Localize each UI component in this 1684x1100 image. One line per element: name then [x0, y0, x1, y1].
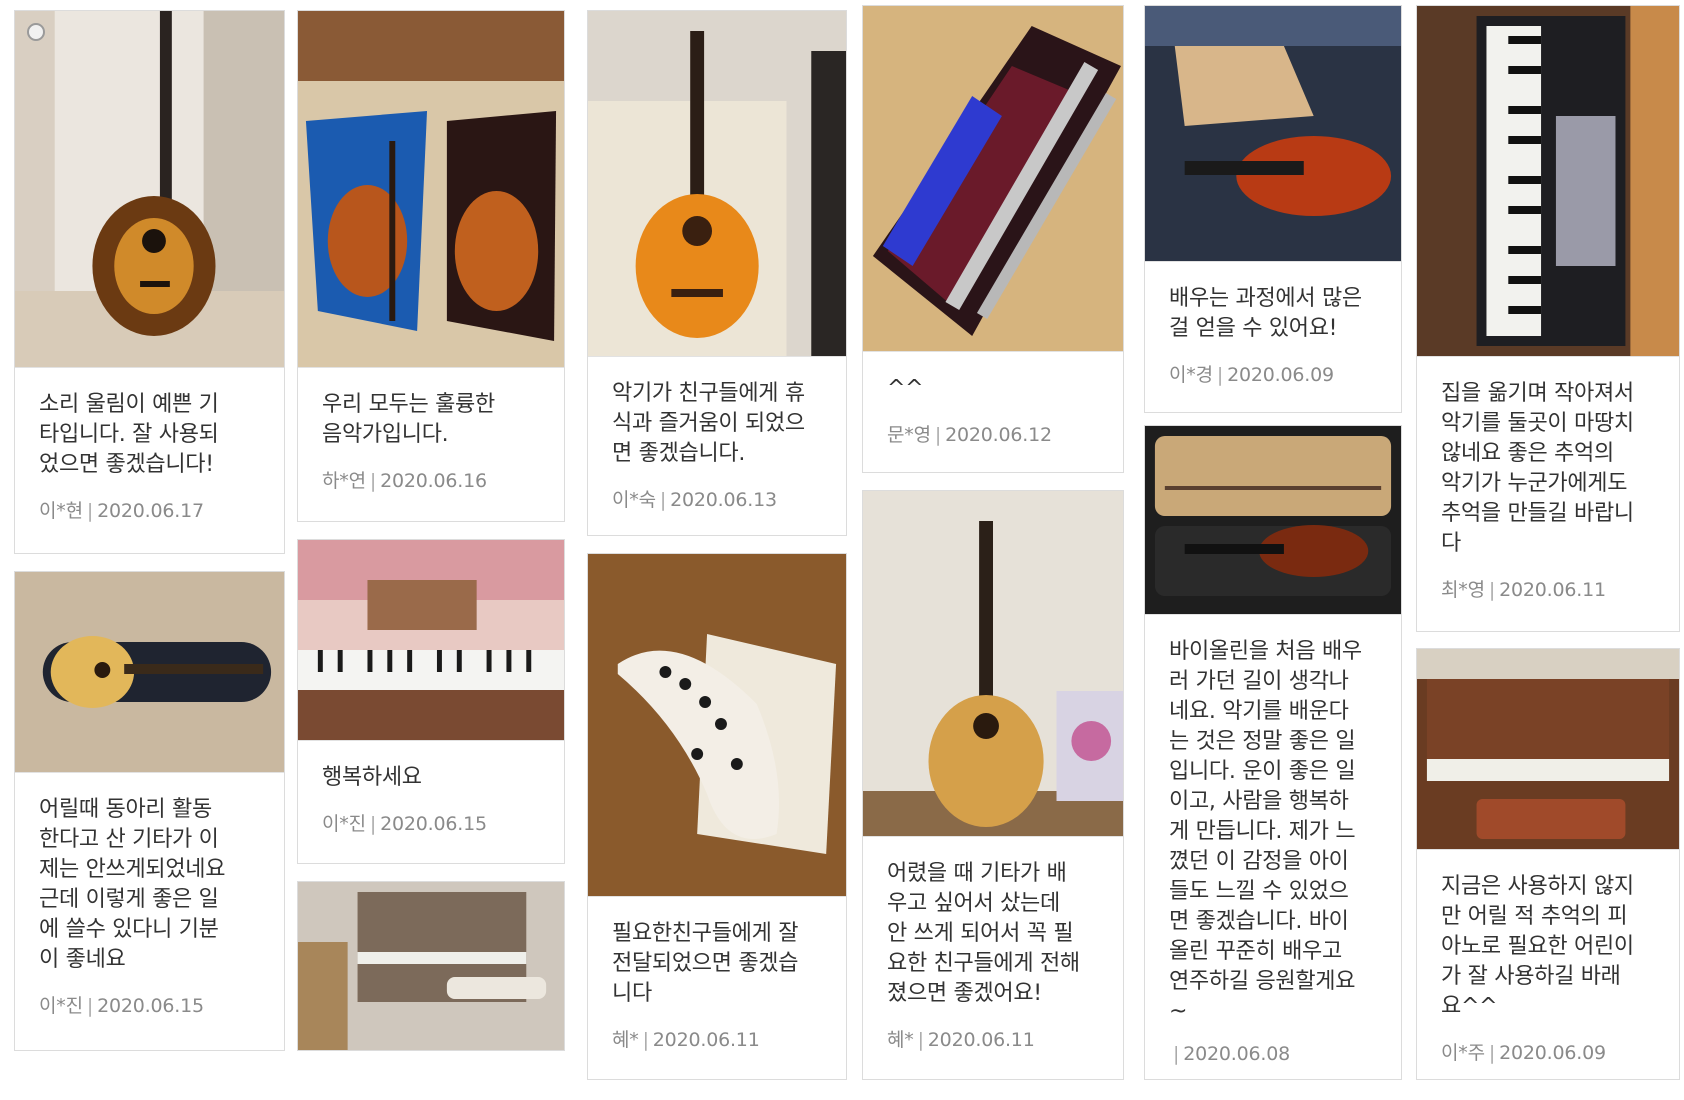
card-message: 어렸을 때 기타가 배 우고 싶어서 샀는데 안 쓰게 되어서 꼭 필 요한 친… — [887, 861, 1080, 1006]
donation-card[interactable] — [297, 881, 565, 1051]
violin-case-open-photo — [1145, 426, 1401, 615]
card-meta: 이*주 | 2020.06.09 — [1441, 1042, 1606, 1064]
card-message: 소리 울림이 예쁜 기 타입니다. 잘 사용되 었으면 좋겠습니다! — [39, 392, 219, 477]
card-meta: | 2020.06.08 — [1173, 1043, 1290, 1065]
card-date: 2020.06.15 — [97, 995, 204, 1017]
ocarina-photo — [588, 554, 846, 897]
card-author: 이*주 — [1441, 1042, 1485, 1064]
card-author: 하*연 — [322, 470, 366, 492]
card-date: 2020.06.09 — [1499, 1042, 1606, 1064]
card-message: 행복하세요 — [322, 765, 422, 790]
donation-card[interactable]: 집을 옮기며 작아져서 악기를 둘곳이 마땅치 않네요 좋은 추억의 악기가 누… — [1416, 5, 1680, 632]
card-date: 2020.06.15 — [380, 813, 487, 835]
card-meta: 이*진 | 2020.06.15 — [322, 813, 487, 835]
classical-guitar-photo — [588, 11, 846, 357]
card-author: 이*진 — [322, 813, 366, 835]
flute-in-case-photo — [863, 6, 1123, 352]
card-message: 우리 모두는 훌륭한 음악가입니다. — [322, 392, 495, 447]
card-author: 이*경 — [1169, 364, 1213, 386]
card-author: 이*숙 — [612, 489, 656, 511]
card-date: 2020.06.17 — [97, 500, 204, 522]
guitar-in-case-photo — [15, 572, 284, 773]
card-message: 악기가 친구들에게 휴 식과 즐거움이 되었으 면 좋겠습니다. — [612, 381, 805, 466]
card-meta: 이*진 | 2020.06.15 — [39, 995, 204, 1017]
card-date: 2020.06.11 — [652, 1029, 760, 1051]
card-author: 혜* — [887, 1029, 914, 1051]
card-date: 2020.06.11 — [927, 1029, 1035, 1051]
card-author: 최*영 — [1441, 579, 1485, 601]
donation-card[interactable]: 지금은 사용하지 않지 만 어릴 적 추억의 피 아노로 필요한 어린이 가 잘… — [1416, 648, 1680, 1080]
card-author: 이*현 — [39, 500, 83, 522]
donation-card[interactable]: 필요한친구들에게 잘 전달되었으면 좋겠습 니다 혜* | 2020.06.11 — [587, 553, 847, 1080]
upright-piano-photo — [298, 882, 564, 1050]
card-message: 집을 옮기며 작아져서 악기를 둘곳이 마땅치 않네요 좋은 추억의 악기가 누… — [1441, 381, 1634, 556]
card-meta: 최*영 | 2020.06.11 — [1441, 579, 1606, 601]
acoustic-guitar-sunburst-photo — [15, 11, 284, 368]
violins-in-cases-photo — [298, 11, 564, 368]
card-message: 배우는 과정에서 많은 걸 얻을 수 있어요! — [1169, 286, 1362, 341]
card-author: 문*영 — [887, 424, 931, 446]
donation-card[interactable]: 배우는 과정에서 많은 걸 얻을 수 있어요! 이*경 | 2020.06.09 — [1144, 5, 1402, 413]
donation-card[interactable]: 악기가 친구들에게 휴 식과 즐거움이 되었으 면 좋겠습니다. 이*숙 | 202… — [587, 10, 847, 536]
card-date: 2020.06.12 — [945, 424, 1052, 446]
card-message: ^^ — [887, 376, 924, 401]
card-meta: 이*현 | 2020.06.17 — [39, 500, 204, 522]
card-meta: 이*경 | 2020.06.09 — [1169, 364, 1334, 386]
donation-card[interactable]: 소리 울림이 예쁜 기 타입니다. 잘 사용되 었으면 좋겠습니다! 이*현 | 2… — [14, 10, 285, 554]
card-date: 2020.06.16 — [380, 470, 487, 492]
card-meta: 혜* | 2020.06.11 — [887, 1029, 1035, 1051]
card-date: 2020.06.09 — [1227, 364, 1334, 386]
card-meta: 하*연 | 2020.06.16 — [322, 470, 487, 492]
card-meta: 혜* | 2020.06.11 — [612, 1029, 760, 1051]
card-date: 2020.06.13 — [670, 489, 777, 511]
donation-card[interactable]: 바이올린을 처음 배우 러 가던 길이 생각나 네요. 악기를 배운다 는 것은… — [1144, 425, 1402, 1080]
card-message: 어릴때 동아리 활동 한다고 산 기타가 이 제는 안쓰게되었네요 근데 이렇게… — [39, 797, 226, 972]
donation-card[interactable]: 우리 모두는 훌륭한 음악가입니다. 하*연 | 2020.06.16 — [297, 10, 565, 522]
corner-badge — [27, 23, 45, 41]
donation-card[interactable]: 어렸을 때 기타가 배 우고 싶어서 샀는데 안 쓰게 되어서 꼭 필 요한 친… — [862, 490, 1124, 1080]
card-message: 바이올린을 처음 배우 러 가던 길이 생각나 네요. 악기를 배운다 는 것은… — [1169, 639, 1362, 1024]
violin-case-cloth-photo — [1145, 6, 1401, 262]
brown-upright-piano-photo — [1417, 649, 1679, 850]
card-message: 지금은 사용하지 않지 만 어릴 적 추억의 피 아노로 필요한 어린이 가 잘… — [1441, 874, 1634, 1019]
donation-card[interactable]: 어릴때 동아리 활동 한다고 산 기타가 이 제는 안쓰게되었네요 근데 이렇게… — [14, 571, 285, 1051]
card-message: 필요한친구들에게 잘 전달되었으면 좋겠습 니다 — [612, 921, 799, 1006]
card-meta: 이*숙 | 2020.06.13 — [612, 489, 777, 511]
electronic-keyboard-photo — [1417, 6, 1679, 357]
donation-card[interactable]: ^^ 문*영 | 2020.06.12 — [862, 5, 1124, 473]
donation-card[interactable]: 행복하세요 이*진 | 2020.06.15 — [297, 539, 565, 864]
card-author: 혜* — [612, 1029, 639, 1051]
acoustic-guitar-wall-photo — [863, 491, 1123, 837]
card-author: 이*진 — [39, 995, 83, 1017]
keyboard-piano-photo — [298, 540, 564, 741]
card-date: 2020.06.11 — [1499, 579, 1606, 601]
card-meta: 문*영 | 2020.06.12 — [887, 424, 1052, 446]
card-date: 2020.06.08 — [1183, 1043, 1290, 1065]
